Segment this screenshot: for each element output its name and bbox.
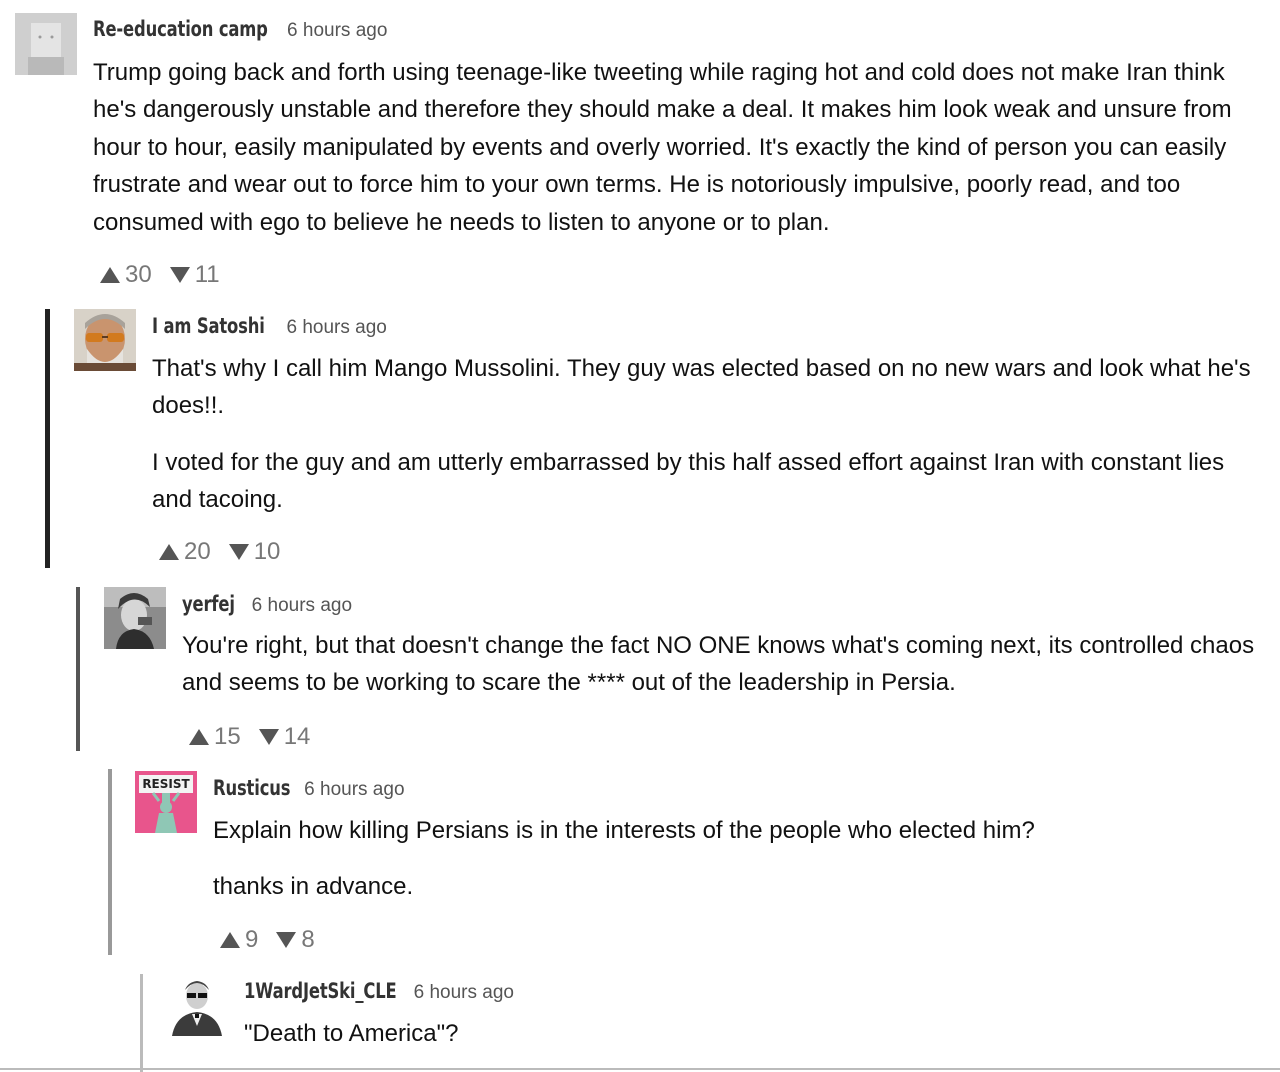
comment-author[interactable]: yerfej — [182, 592, 235, 616]
avatar[interactable] — [104, 587, 166, 649]
avatar[interactable] — [15, 13, 77, 75]
comment-author[interactable]: Rusticus — [213, 776, 290, 800]
vote-bar: 30 11 — [100, 261, 220, 289]
upvote-count: 9 — [245, 926, 259, 953]
downvote-button[interactable]: 11 — [169, 261, 220, 289]
comment-paragraph: Explain how killing Persians is in the i… — [213, 817, 1035, 844]
comment-paragraph: That's why I call him Mango Mussolini. T… — [152, 355, 1251, 420]
downvote-count: 11 — [194, 261, 220, 288]
comment: yerfej 6 hours ago You're right, but tha… — [0, 580, 1280, 760]
upvote-icon — [220, 932, 240, 948]
upvote-button[interactable]: 15 — [189, 723, 241, 751]
comment-body: Explain how killing Persians is in the i… — [213, 812, 1263, 906]
upvote-icon — [189, 729, 209, 745]
comment-timestamp[interactable]: 6 hours ago — [252, 595, 352, 617]
blank-profile-avatar-icon — [15, 13, 77, 75]
comment: Re-education camp 6 hours ago Trump goin… — [0, 0, 1280, 300]
comment-author[interactable]: 1WardJetSki_CLE — [244, 979, 397, 1003]
downvote-count: 10 — [253, 538, 281, 565]
comment: I am Satoshi 6 hours ago That's why I ca… — [0, 300, 1280, 580]
downvote-button[interactable]: 14 — [258, 723, 311, 751]
grayscale-portrait-avatar-icon — [104, 587, 166, 649]
comment-timestamp[interactable]: 6 hours ago — [287, 20, 387, 42]
comment-paragraph: You're right, but that doesn't change th… — [182, 632, 1255, 697]
avatar[interactable] — [74, 309, 136, 371]
man-with-sunglasses-avatar-icon — [74, 309, 136, 371]
downvote-count: 8 — [301, 926, 315, 953]
downvote-icon — [276, 932, 297, 948]
comment-body: "Death to America"? — [244, 1015, 1264, 1052]
resist-statue-avatar-icon: RESIST — [135, 771, 197, 833]
comment-author[interactable]: I am Satoshi — [152, 314, 265, 338]
upvote-button[interactable]: 9 — [220, 926, 258, 954]
avatar[interactable]: RESIST — [135, 771, 197, 833]
upvote-icon — [100, 267, 120, 283]
vote-bar: 20 10 — [159, 538, 280, 566]
resist-sign-text: RESIST — [142, 777, 190, 791]
upvote-count: 15 — [214, 723, 241, 750]
downvote-icon — [228, 544, 249, 560]
upvote-count: 20 — [184, 538, 211, 565]
comment-timestamp[interactable]: 6 hours ago — [414, 982, 514, 1004]
comment: RESIST Rusticus 6 hours ago Explain how … — [0, 760, 1280, 970]
upvote-button[interactable]: 20 — [159, 538, 211, 566]
man-with-sunglasses-suit-avatar-icon — [166, 974, 228, 1036]
comment-body: That's why I call him Mango Mussolini. T… — [152, 350, 1252, 519]
comment: 1WardJetSki_CLE 6 hours ago "Death to Am… — [0, 970, 1280, 1070]
comment-paragraph: thanks in advance. — [213, 873, 414, 901]
comment-paragraph: "Death to America"? — [244, 1020, 459, 1047]
downvote-icon — [169, 267, 190, 283]
downvote-button[interactable]: 10 — [228, 538, 281, 566]
divider — [0, 1068, 1280, 1070]
downvote-icon — [258, 729, 279, 745]
comment-body: You're right, but that doesn't change th… — [182, 627, 1262, 702]
upvote-icon — [159, 544, 179, 560]
comment-paragraph: I voted for the guy and am utterly embar… — [152, 448, 1225, 514]
vote-bar: 9 8 — [220, 926, 315, 954]
comment-body: Trump going back and forth using teenage… — [93, 54, 1258, 241]
vote-bar: 15 14 — [189, 723, 310, 751]
downvote-button[interactable]: 8 — [276, 926, 315, 954]
avatar[interactable] — [166, 974, 228, 1036]
comment-timestamp[interactable]: 6 hours ago — [287, 317, 387, 339]
comment-paragraph: Trump going back and forth using teenage… — [93, 59, 1232, 236]
downvote-count: 14 — [283, 723, 311, 750]
upvote-count: 30 — [125, 261, 152, 288]
comment-author[interactable]: Re-education camp — [93, 17, 268, 41]
comment-timestamp[interactable]: 6 hours ago — [304, 779, 404, 801]
upvote-button[interactable]: 30 — [100, 261, 152, 289]
